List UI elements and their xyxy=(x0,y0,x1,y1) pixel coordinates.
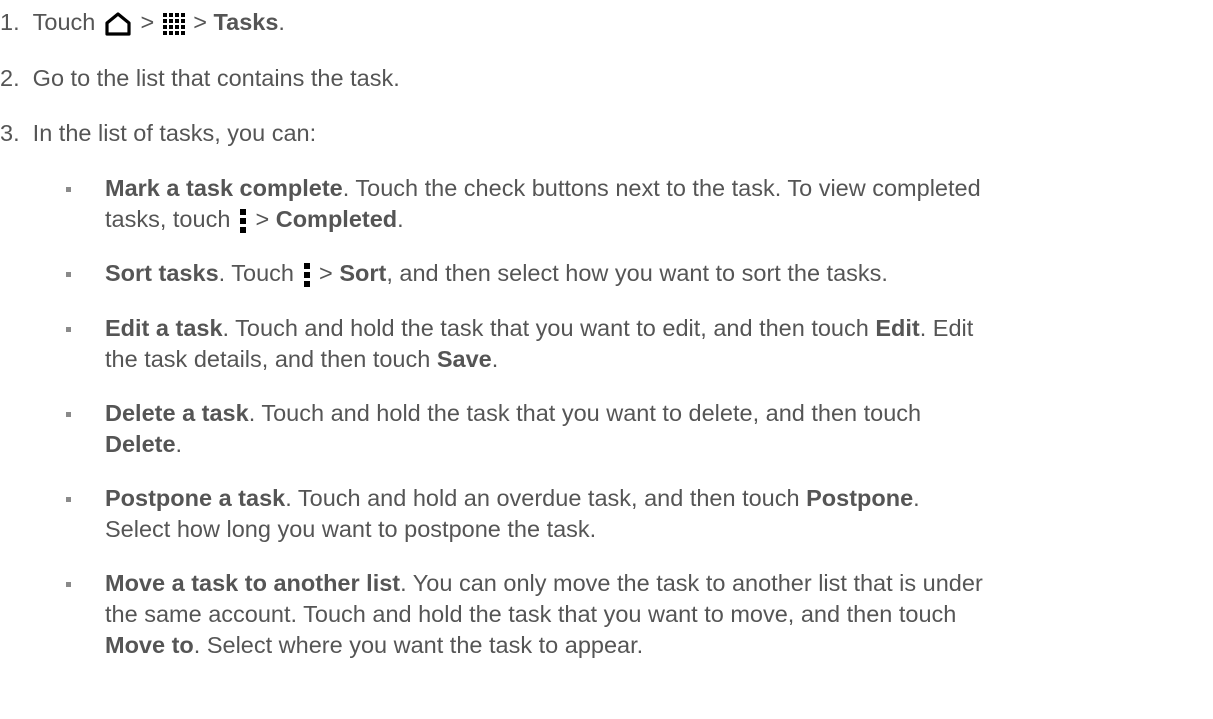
bullet-title: Mark a task complete xyxy=(105,175,343,201)
tasks-app-label: Tasks xyxy=(213,9,279,35)
bullet-title: Postpone a task xyxy=(105,485,286,511)
bullet-marker xyxy=(66,582,71,587)
step-3: 3. In the list of tasks, you can: xyxy=(0,120,317,146)
bullet-move-task: Move a task to another list. You can onl… xyxy=(105,570,983,596)
step-number: 2. xyxy=(0,65,20,91)
step-number: 3. xyxy=(0,120,20,146)
bullet-marker xyxy=(66,187,71,192)
bullet-sort-tasks: Sort tasks. Touch > Sort, and then selec… xyxy=(105,260,888,287)
bullet-marker xyxy=(66,412,71,417)
bullet-title: Edit a task xyxy=(105,315,223,341)
bullet-title: Sort tasks xyxy=(105,260,219,286)
menu-dots-icon xyxy=(303,262,311,287)
bullet-delete-task: Delete a task. Touch and hold the task t… xyxy=(105,400,922,426)
bullet-marker xyxy=(66,327,71,332)
bullet-marker xyxy=(66,272,71,277)
step-2: 2. Go to the list that contains the task… xyxy=(0,65,400,91)
bullet-mark-complete: Mark a task complete. Touch the check bu… xyxy=(105,175,981,201)
bullet-title: Delete a task xyxy=(105,400,249,426)
menu-dots-icon xyxy=(239,208,247,233)
bullet-marker xyxy=(66,497,71,502)
apps-grid-icon xyxy=(162,12,185,35)
home-icon xyxy=(104,11,132,37)
bullet-title: Move a task to another list xyxy=(105,570,401,596)
bullet-postpone-task: Postpone a task. Touch and hold an overd… xyxy=(105,485,920,511)
step-1: 1. Touch > > Tasks. xyxy=(0,9,285,37)
bullet-edit-task: Edit a task. Touch and hold the task tha… xyxy=(105,315,974,341)
step-number: 1. xyxy=(0,9,20,35)
